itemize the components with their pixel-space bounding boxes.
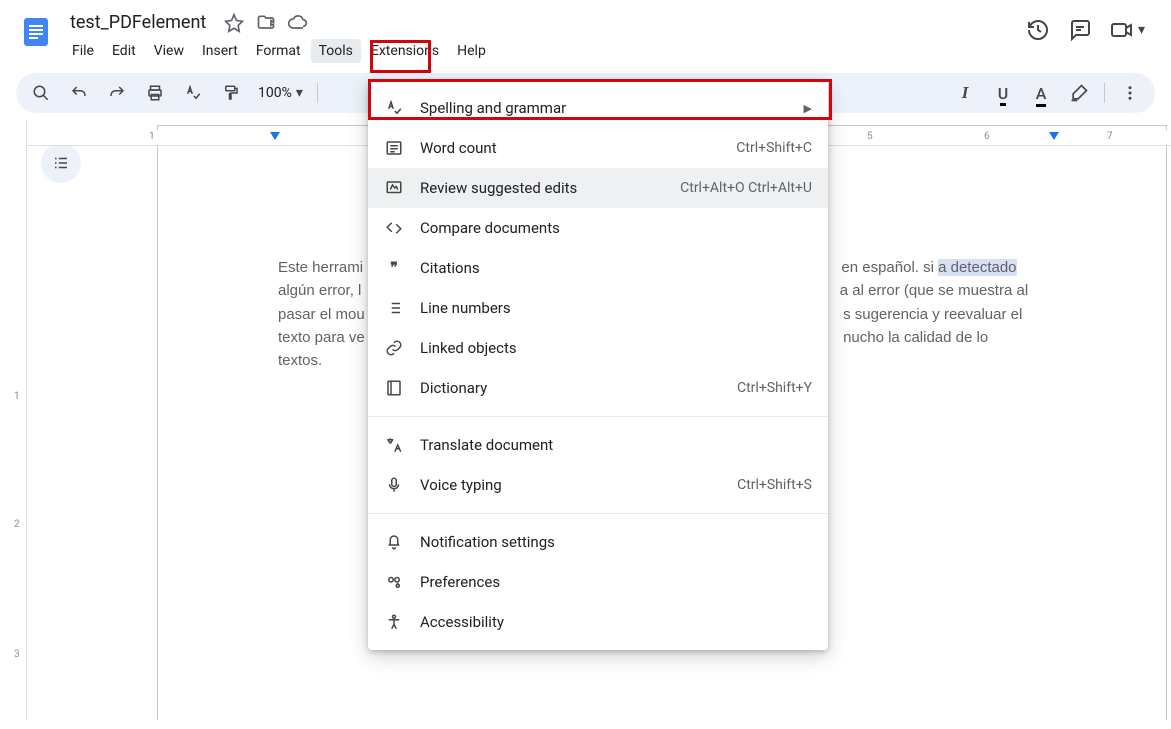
print-icon[interactable]: [140, 78, 170, 108]
menu-label: Word count: [420, 139, 720, 157]
ruler-tick: 1: [14, 391, 20, 402]
ruler-tick: 5: [867, 131, 873, 142]
menubar: File Edit View Insert Format Tools Exten…: [64, 37, 1026, 65]
linenumbers-icon: [384, 299, 404, 317]
menu-notification-settings[interactable]: Notification settings: [368, 522, 828, 562]
outline-toggle-icon[interactable]: [41, 143, 81, 183]
menu-label: Preferences: [420, 573, 812, 591]
underline-icon[interactable]: U: [988, 78, 1018, 108]
italic-icon[interactable]: I: [950, 78, 980, 108]
menu-label: Voice typing: [420, 476, 721, 494]
document-title[interactable]: test_PDFelement: [64, 10, 212, 35]
ruler-tick: 2: [14, 519, 20, 530]
cloud-status-icon[interactable]: [288, 13, 308, 33]
text-fragment: Este herrami: [278, 259, 363, 276]
annotation-highlight-tools: [370, 40, 431, 73]
redo-icon[interactable]: [102, 78, 132, 108]
menu-view[interactable]: View: [146, 39, 192, 63]
accessibility-icon: [384, 613, 404, 631]
star-icon[interactable]: [224, 13, 244, 33]
search-icon[interactable]: [26, 78, 56, 108]
menu-file[interactable]: File: [64, 39, 102, 63]
text-fragment: a al error (que se muestra al: [840, 282, 1028, 299]
menu-label: Translate document: [420, 436, 812, 454]
ruler-tick: 1: [149, 131, 155, 142]
ruler-tick: 6: [984, 131, 990, 142]
text-fragment: nucho la calidad de lo: [843, 329, 988, 346]
citations-icon: ❞: [384, 260, 404, 276]
comments-icon[interactable]: [1068, 18, 1092, 42]
separator: [317, 83, 318, 103]
translate-icon: [384, 436, 404, 454]
menu-format[interactable]: Format: [248, 39, 309, 63]
microphone-icon: [384, 476, 404, 494]
zoom-select[interactable]: 100%▾: [254, 85, 307, 101]
spellcheck-icon[interactable]: [178, 78, 208, 108]
annotation-highlight-spelling: [368, 79, 832, 120]
menu-label: Review suggested edits: [420, 179, 664, 197]
separator: [1104, 83, 1105, 103]
menu-label: Linked objects: [420, 339, 812, 357]
menu-compare-documents[interactable]: Compare documents: [368, 208, 828, 248]
ruler-right-marker[interactable]: [1049, 132, 1059, 140]
text-fragment: texto para ve: [278, 329, 365, 346]
menu-label: Line numbers: [420, 299, 812, 317]
shortcut: Ctrl+Alt+O Ctrl+Alt+U: [680, 180, 812, 196]
ruler-indent-marker[interactable]: [270, 132, 280, 140]
menu-tools[interactable]: Tools: [311, 39, 361, 63]
more-icon[interactable]: [1115, 78, 1145, 108]
paint-format-icon[interactable]: [216, 78, 246, 108]
menu-edit[interactable]: Edit: [104, 39, 144, 63]
menu-linked-objects[interactable]: Linked objects: [368, 328, 828, 368]
menu-separator: [368, 513, 828, 514]
text-highlighted: a detectado: [938, 259, 1016, 276]
menu-label: Compare documents: [420, 219, 812, 237]
menu-label: Citations: [420, 259, 812, 277]
menu-insert[interactable]: Insert: [194, 39, 246, 63]
text-fragment: en español. si: [841, 259, 938, 276]
preferences-icon: [384, 573, 404, 591]
menu-preferences[interactable]: Preferences: [368, 562, 828, 602]
menu-accessibility[interactable]: Accessibility: [368, 602, 828, 642]
menu-citations[interactable]: ❞ Citations: [368, 248, 828, 288]
ruler-tick: 3: [14, 649, 20, 660]
menu-label: Dictionary: [420, 379, 721, 397]
shortcut: Ctrl+Shift+C: [736, 140, 812, 156]
link-icon: [384, 339, 404, 357]
menu-label: Notification settings: [420, 533, 812, 551]
shortcut: Ctrl+Shift+Y: [737, 380, 812, 396]
shortcut: Ctrl+Shift+S: [737, 477, 812, 493]
text-fragment: textos.: [278, 352, 322, 369]
menu-help[interactable]: Help: [449, 39, 494, 63]
docs-logo[interactable]: [16, 8, 56, 56]
vertical-ruler[interactable]: 1 2 3: [0, 121, 27, 720]
meet-icon[interactable]: ▾: [1110, 18, 1145, 42]
text-fragment: algún error, l: [278, 282, 361, 299]
review-icon: [384, 179, 404, 197]
move-icon[interactable]: [256, 13, 276, 33]
dictionary-icon: [384, 379, 404, 397]
tools-dropdown: Spelling and grammar ▶ Word count Ctrl+S…: [368, 80, 828, 650]
menu-review-suggested[interactable]: Review suggested edits Ctrl+Alt+O Ctrl+A…: [368, 168, 828, 208]
highlight-color-icon[interactable]: [1064, 78, 1094, 108]
menu-separator: [368, 416, 828, 417]
zoom-value: 100%: [258, 85, 292, 101]
wordcount-icon: [384, 139, 404, 157]
menu-word-count[interactable]: Word count Ctrl+Shift+C: [368, 128, 828, 168]
bell-icon: [384, 533, 404, 551]
menu-translate[interactable]: Translate document: [368, 425, 828, 465]
text-fragment: s sugerencia y reevaluar el: [843, 306, 1022, 323]
text-fragment: pasar el mou: [278, 306, 365, 323]
history-icon[interactable]: [1026, 18, 1050, 42]
text-color-icon[interactable]: A: [1026, 78, 1056, 108]
menu-voice-typing[interactable]: Voice typing Ctrl+Shift+S: [368, 465, 828, 505]
compare-icon: [384, 219, 404, 237]
ruler-tick: 7: [1107, 131, 1113, 142]
undo-icon[interactable]: [64, 78, 94, 108]
menu-label: Accessibility: [420, 613, 812, 631]
menu-line-numbers[interactable]: Line numbers: [368, 288, 828, 328]
menu-dictionary[interactable]: Dictionary Ctrl+Shift+Y: [368, 368, 828, 408]
